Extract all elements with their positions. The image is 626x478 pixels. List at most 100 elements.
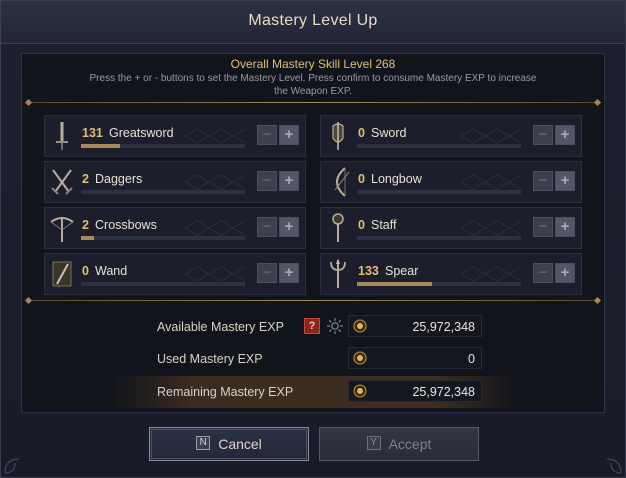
weapon-level: 0 — [358, 126, 365, 140]
weapon-level: 0 — [82, 264, 89, 278]
increase-wand-button[interactable]: + — [279, 263, 299, 283]
weapon-progress-fill — [81, 236, 95, 240]
weapon-progress-bar — [81, 236, 245, 240]
weapon-row-daggers: 2 Daggers − + — [44, 161, 306, 203]
decrease-daggers-button[interactable]: − — [257, 171, 277, 191]
increase-greatsword-button[interactable]: + — [279, 125, 299, 145]
weapon-level: 2 — [82, 218, 89, 232]
weapon-name: Staff — [371, 218, 397, 232]
weapon-progress-bar — [81, 190, 245, 194]
accept-label: Accept — [388, 436, 432, 452]
weapon-progress-bar — [357, 236, 521, 240]
weapon-name: Spear — [385, 264, 419, 278]
weapon-name: Daggers — [95, 172, 143, 186]
greatsword-icon — [56, 122, 68, 150]
mastery-exp-gem-icon — [353, 384, 367, 398]
available-exp-value: 25,972,348 — [412, 320, 475, 334]
available-exp-label: Available Mastery EXP — [157, 320, 284, 334]
divider-bottom — [28, 300, 598, 301]
weapon-progress-fill — [357, 282, 433, 286]
accept-key-hint: Y — [366, 436, 381, 450]
crossbow-icon — [50, 217, 74, 242]
weapon-level: 131 — [82, 126, 103, 140]
used-exp-value: 0 — [468, 352, 475, 366]
weapon-name: Sword — [371, 126, 407, 140]
wand-icon — [52, 261, 72, 287]
decrease-longbow-button[interactable]: − — [533, 171, 553, 191]
row-ornament-icon — [461, 174, 521, 190]
weapon-progress-bar — [357, 282, 521, 286]
weapon-progress-bar — [81, 282, 245, 286]
row-ornament-icon — [461, 266, 521, 282]
row-ornament-icon — [461, 220, 521, 236]
increase-crossbows-button[interactable]: + — [279, 217, 299, 237]
dialog-title: Mastery Level Up — [248, 12, 378, 29]
divider-top — [28, 102, 598, 103]
mastery-dialog: Mastery Level Up Overall Mastery Skill L… — [0, 0, 626, 478]
row-ornament-icon — [185, 128, 245, 144]
sun-emblem-icon — [327, 318, 343, 334]
title-bar: Mastery Level Up — [1, 1, 625, 44]
available-exp-row: Available Mastery EXP ? 25,972,348 — [112, 311, 516, 343]
increase-sword-button[interactable]: + — [555, 125, 575, 145]
row-ornament-icon — [185, 220, 245, 236]
decrease-sword-button[interactable]: − — [533, 125, 553, 145]
available-exp-box: 25,972,348 — [348, 315, 482, 337]
decrease-crossbows-button[interactable]: − — [257, 217, 277, 237]
weapon-level: 133 — [358, 264, 379, 278]
longbow-icon — [334, 167, 350, 197]
increase-longbow-button[interactable]: + — [555, 171, 575, 191]
mastery-exp-gem-icon — [353, 319, 367, 333]
weapon-progress-fill — [81, 144, 121, 148]
row-ornament-icon — [185, 266, 245, 282]
sword-icon — [332, 122, 344, 150]
weapon-row-staff: 0 Staff − + — [320, 207, 582, 249]
weapon-progress-bar — [81, 144, 245, 148]
accept-button[interactable]: Y Accept — [319, 427, 479, 461]
mastery-exp-gem-icon — [353, 351, 367, 365]
weapon-row-wand: 0 Wand − + — [44, 253, 306, 295]
weapon-level: 2 — [82, 172, 89, 186]
cancel-button[interactable]: N Cancel — [149, 427, 309, 461]
weapon-row-crossbows: 2 Crossbows − + — [44, 207, 306, 249]
weapon-name: Wand — [95, 264, 128, 278]
corner-ornament-icon — [606, 458, 622, 474]
decrease-staff-button[interactable]: − — [533, 217, 553, 237]
remaining-exp-box: 25,972,348 — [348, 380, 482, 402]
corner-ornament-icon — [4, 458, 20, 474]
increase-daggers-button[interactable]: + — [279, 171, 299, 191]
overall-mastery-level: Overall Mastery Skill Level 268 — [230, 57, 396, 71]
row-ornament-icon — [461, 128, 521, 144]
weapon-row-longbow: 0 Longbow − + — [320, 161, 582, 203]
staff-icon — [332, 213, 344, 242]
remaining-exp-value: 25,972,348 — [412, 385, 475, 399]
increase-spear-button[interactable]: + — [555, 263, 575, 283]
mastery-panel: Overall Mastery Skill Level 268 Press th… — [21, 53, 605, 413]
weapon-row-spear: 133 Spear − + — [320, 253, 582, 295]
cancel-key-hint: N — [196, 436, 211, 450]
used-exp-label: Used Mastery EXP — [157, 352, 263, 366]
weapon-name: Greatsword — [109, 126, 174, 140]
help-icon[interactable]: ? — [304, 318, 320, 334]
decrease-spear-button[interactable]: − — [533, 263, 553, 283]
spear-icon — [330, 259, 346, 288]
cancel-label: Cancel — [218, 436, 262, 452]
used-exp-box: 0 — [348, 347, 482, 369]
row-ornament-icon — [185, 174, 245, 190]
decrease-greatsword-button[interactable]: − — [257, 125, 277, 145]
instructions-text: Press the + or - buttons to set the Mast… — [89, 73, 537, 97]
weapon-progress-bar — [357, 144, 521, 148]
weapon-progress-bar — [357, 190, 521, 194]
remaining-exp-label: Remaining Mastery EXP — [157, 385, 294, 399]
remaining-exp-row: Remaining Mastery EXP 25,972,348 — [112, 376, 516, 408]
weapon-name: Crossbows — [95, 218, 157, 232]
daggers-icon — [51, 169, 73, 195]
weapon-row-greatsword: 131 Greatsword − + — [44, 115, 306, 157]
increase-staff-button[interactable]: + — [555, 217, 575, 237]
decrease-wand-button[interactable]: − — [257, 263, 277, 283]
weapon-level: 0 — [358, 172, 365, 186]
weapon-level: 0 — [358, 218, 365, 232]
used-exp-row: Used Mastery EXP 0 — [112, 343, 516, 375]
weapon-row-sword: 0 Sword − + — [320, 115, 582, 157]
weapon-name: Longbow — [371, 172, 422, 186]
